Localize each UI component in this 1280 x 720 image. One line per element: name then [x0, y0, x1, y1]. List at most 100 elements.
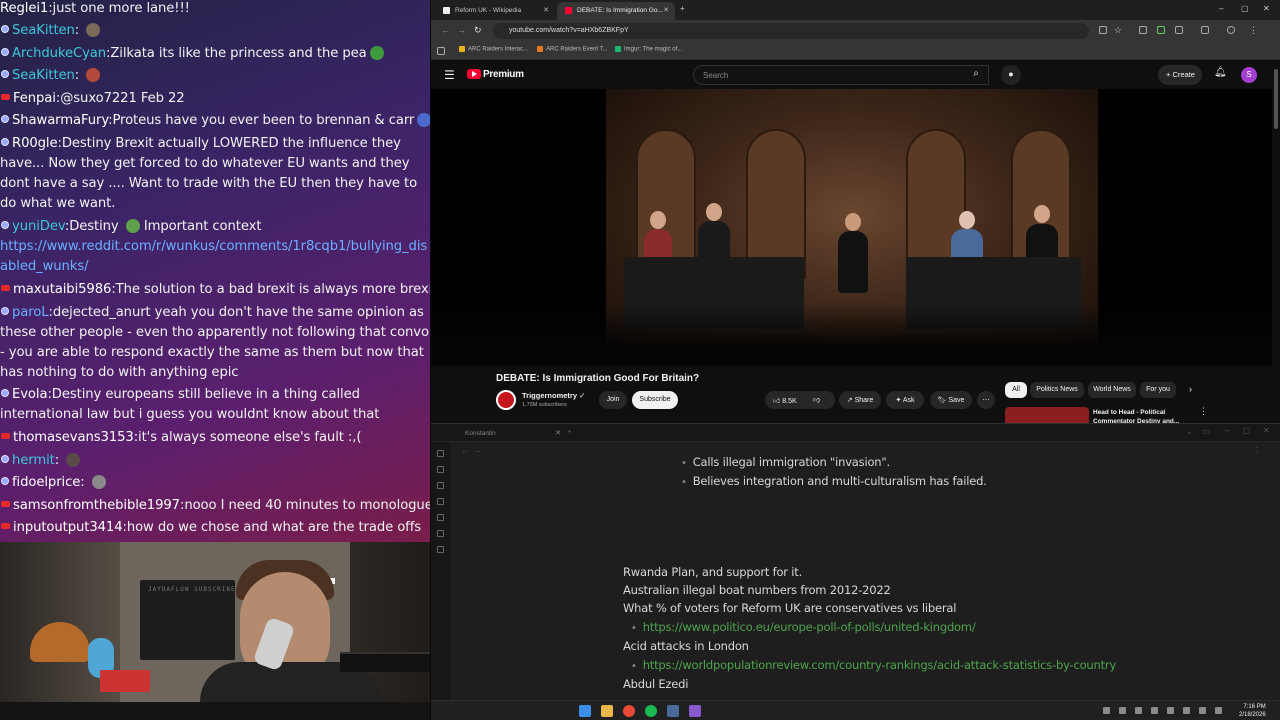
audience-silhouettes [431, 304, 1272, 366]
copy-icon[interactable] [437, 514, 444, 521]
recommended-thumbnail[interactable] [1005, 407, 1089, 423]
minimize-button[interactable]: – [1219, 4, 1223, 13]
close-tab-icon[interactable]: ✕ [663, 6, 669, 14]
search-input[interactable]: Search [693, 65, 989, 85]
chevron-right-icon[interactable]: › [1189, 384, 1192, 394]
youtube-brand-label[interactable]: Premium [483, 69, 524, 80]
youtube-logo-icon[interactable] [467, 69, 481, 79]
kebab-menu-icon[interactable]: ⋮ [1199, 406, 1208, 417]
steam-icon[interactable] [667, 705, 679, 717]
terminal-icon[interactable] [437, 530, 444, 537]
more-actions-button[interactable]: ⋯ [977, 391, 995, 409]
webcam-feed: JAYDAFLOW SUBSCRIBE [0, 542, 430, 702]
close-tab-icon[interactable]: ✕ [543, 6, 549, 14]
dislike-icon[interactable]: 👎︎ [813, 395, 820, 404]
video-player[interactable] [431, 89, 1272, 366]
chat-message: Reglei1:just one more lane!!! [0, 1, 190, 16]
note-line: Rwanda Plan, and support for it. [623, 565, 803, 579]
tray-icon[interactable] [1135, 707, 1142, 714]
close-window-button[interactable]: ✕ [1263, 4, 1270, 13]
scrollbar-thumb[interactable] [1274, 69, 1278, 129]
hamburger-menu-icon[interactable]: ☰ [444, 68, 455, 82]
chat-link[interactable]: https://www.reddit.com/r/wunkus/comments… [0, 237, 430, 277]
close-tab-icon[interactable]: ✕ [555, 429, 561, 437]
tray-icon[interactable] [1167, 707, 1174, 714]
bookmark-item[interactable]: Imgur: The magic of... [615, 46, 682, 53]
reload-icon[interactable]: ↻ [474, 25, 482, 36]
chat-message: SeaKitten: [0, 66, 430, 86]
create-button[interactable]: + Create [1158, 65, 1202, 85]
extension-icon[interactable] [1157, 26, 1165, 34]
graph-icon[interactable] [437, 466, 444, 473]
grid-icon[interactable] [437, 482, 444, 489]
chrome-icon[interactable] [623, 705, 635, 717]
chevron-down-icon[interactable]: ⌄ [1186, 427, 1193, 436]
channel-avatar[interactable] [496, 390, 516, 410]
back-arrow-icon[interactable]: ← → [461, 446, 481, 455]
notes-tab[interactable]: Konstantin ✕ [451, 426, 561, 442]
chat-message: Evola:Destiny europeans still believe in… [0, 387, 380, 422]
volume-icon[interactable] [1215, 707, 1222, 714]
install-app-icon[interactable] [1099, 26, 1107, 34]
tab-wikipedia[interactable]: Reform UK - Wikipedia ✕ [435, 2, 555, 20]
search-icon[interactable]: ⌕ [961, 65, 991, 85]
kebab-menu-icon[interactable]: ⋮ [1249, 25, 1258, 36]
chip-all[interactable]: All [1005, 382, 1027, 398]
imgur-icon [615, 46, 621, 52]
channel-name[interactable]: Triggernometry ✓ [522, 391, 585, 400]
start-windows-icon[interactable] [579, 705, 591, 717]
forward-icon[interactable]: → [457, 25, 466, 35]
chip-for-you[interactable]: For you [1140, 382, 1176, 398]
extensions-puzzle-icon[interactable] [1175, 26, 1183, 34]
note-bullet: • Believes integration and multi-cultural… [681, 474, 987, 488]
reading-view-icon[interactable]: ⋮ [1253, 446, 1261, 455]
profile-icon[interactable] [1227, 26, 1235, 34]
note-link-bullet[interactable]: • https://worldpopulationreview.com/count… [631, 658, 1116, 672]
chip-world-news[interactable]: World News [1088, 382, 1136, 398]
maximize-button[interactable]: ▢ [1243, 426, 1251, 435]
apps-grid-icon[interactable] [437, 47, 445, 55]
url-input[interactable]: youtube.com/watch?v=aHXb6ZBKFpY [493, 23, 1089, 39]
close-window-button[interactable]: ✕ [1263, 426, 1270, 435]
chat-message: maxutaibi5986:The solution to a bad brex… [0, 280, 430, 300]
ask-button[interactable]: ✦ Ask [886, 391, 924, 409]
chip-politics-news[interactable]: Politics News [1030, 382, 1084, 398]
moderator-head [845, 213, 861, 231]
tray-icon[interactable] [1119, 707, 1126, 714]
minimize-button[interactable]: – [1225, 426, 1229, 435]
list-icon[interactable] [437, 546, 444, 553]
sidebar-icon[interactable] [1201, 26, 1209, 34]
calendar-icon[interactable] [437, 498, 444, 505]
save-button[interactable]: 🔖︎ Save [930, 391, 972, 409]
tab-youtube[interactable]: DEBATE: Is Immigration Go... ✕ [557, 2, 675, 20]
file-icon[interactable] [437, 450, 444, 457]
sparkle-icon: ✦ [895, 397, 902, 404]
system-clock[interactable]: 7:16 PM 2/18/2026 [1239, 703, 1266, 719]
obsidian-icon[interactable] [689, 705, 701, 717]
file-explorer-icon[interactable] [601, 705, 613, 717]
new-tab-button[interactable]: + [680, 4, 685, 13]
sidebar-toggle-icon[interactable]: ▭ [1203, 427, 1211, 436]
notifications-bell-icon[interactable]: 🔔︎ [1214, 67, 1227, 78]
tray-icon[interactable] [1151, 707, 1158, 714]
account-avatar[interactable]: S [1241, 67, 1257, 83]
microphone-icon[interactable]: ● [1001, 65, 1021, 85]
subscribe-button[interactable]: Subscribe [632, 391, 678, 409]
bookmark-star-icon[interactable]: ☆ [1114, 25, 1122, 36]
maximize-button[interactable]: ▢ [1241, 4, 1249, 13]
like-count[interactable]: 8.5K [782, 398, 796, 405]
share-button[interactable]: ↗ Share [839, 391, 881, 409]
like-icon[interactable]: 👍︎ [773, 398, 780, 405]
tray-icon[interactable] [1103, 707, 1110, 714]
note-link-bullet[interactable]: • https://www.politico.eu/europe-poll-of-… [631, 620, 976, 634]
tray-icon[interactable] [1183, 707, 1190, 714]
back-icon[interactable]: ← [441, 25, 450, 35]
page-scrollbar[interactable] [1272, 61, 1280, 423]
extension-icon[interactable] [1139, 26, 1147, 34]
join-button[interactable]: Join [599, 391, 627, 409]
wifi-icon[interactable] [1199, 707, 1206, 714]
bookmark-item[interactable]: ARC Raiders Interac... [459, 46, 528, 53]
bookmark-item[interactable]: ARC Raiders Event T... [537, 46, 608, 53]
spotify-icon[interactable] [645, 705, 657, 717]
new-tab-button[interactable]: + [567, 427, 572, 436]
